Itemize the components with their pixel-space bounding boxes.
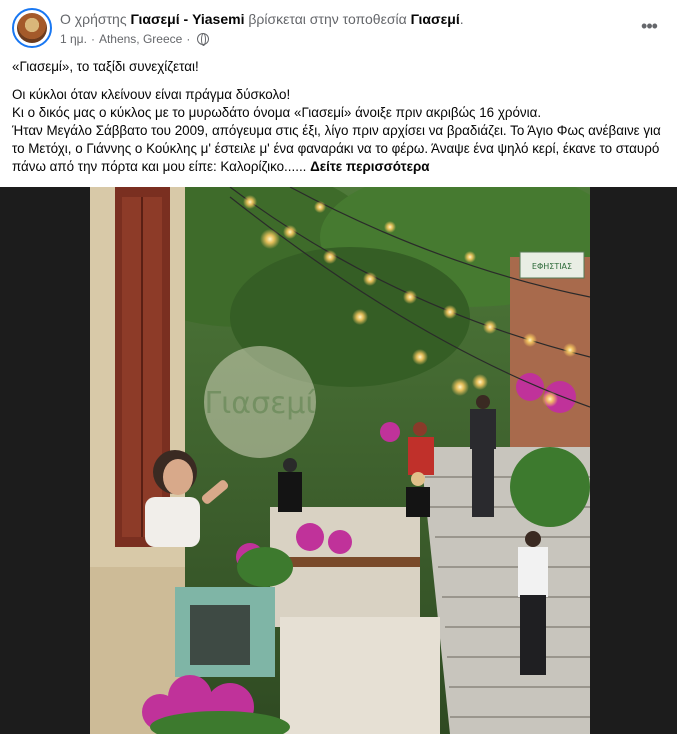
post-text-line-3: Κι ο δικός μας ο κύκλος με το μυρωδάτο ό… bbox=[12, 105, 542, 120]
photo-watermark: Γιασεμί bbox=[204, 386, 315, 421]
three-dots-icon: ••• bbox=[641, 16, 658, 36]
more-options-button[interactable]: ••• bbox=[635, 12, 663, 40]
post-text-line-4: Ήταν Μεγάλο Σάββατο του 2009, απόγευμα σ… bbox=[12, 122, 662, 176]
location-name[interactable]: Γιασεμί bbox=[411, 11, 460, 27]
author-prefix: Ο χρήστης bbox=[60, 11, 127, 27]
post-header: Ο χρήστης Γιασεμί - Yiasemi βρίσκεται στ… bbox=[12, 8, 665, 48]
post-text-line-2: Οι κύκλοι όταν κλείνουν είναι πράγμα δύσ… bbox=[12, 87, 291, 102]
location-phrase: βρίσκεται στην τοποθεσία bbox=[248, 11, 407, 27]
header-text: Ο χρήστης Γιασεμί - Yiasemi βρίσκεται στ… bbox=[60, 10, 620, 47]
post-text: «Γιασεμί», το ταξίδι συνεχίζεται! Οι κύκ… bbox=[12, 58, 662, 176]
author-name[interactable]: Γιασεμί - Yiasemi bbox=[130, 11, 244, 27]
sign-text: ΕΦΗΣΤΙΑΣ bbox=[532, 262, 572, 271]
post-media[interactable]: ΕΦΗΣΤΙΑΣ Γιασεμί bbox=[0, 187, 677, 734]
globe-icon[interactable] bbox=[197, 33, 210, 46]
post-author-line: Ο χρήστης Γιασεμί - Yiasemi βρίσκεται στ… bbox=[60, 10, 620, 28]
avatar-image bbox=[17, 13, 47, 43]
see-more-link[interactable]: Δείτε περισσότερα bbox=[310, 159, 429, 174]
photo-illustration: ΕΦΗΣΤΙΑΣ Γιασεμί bbox=[90, 187, 590, 734]
location-suffix: . bbox=[459, 11, 464, 27]
post-photo[interactable]: ΕΦΗΣΤΙΑΣ Γιασεμί bbox=[90, 187, 590, 734]
post-time[interactable]: 1 ημ. bbox=[60, 32, 87, 46]
meta-separator-2: · bbox=[186, 32, 191, 46]
page-avatar[interactable] bbox=[12, 8, 52, 48]
post-text-line-1: «Γιασεμί», το ταξίδι συνεχίζεται! bbox=[12, 59, 199, 74]
meta-separator: · bbox=[90, 32, 95, 46]
post-place[interactable]: Athens, Greece bbox=[99, 32, 182, 46]
post-meta: 1 ημ. · Athens, Greece · bbox=[60, 31, 620, 47]
